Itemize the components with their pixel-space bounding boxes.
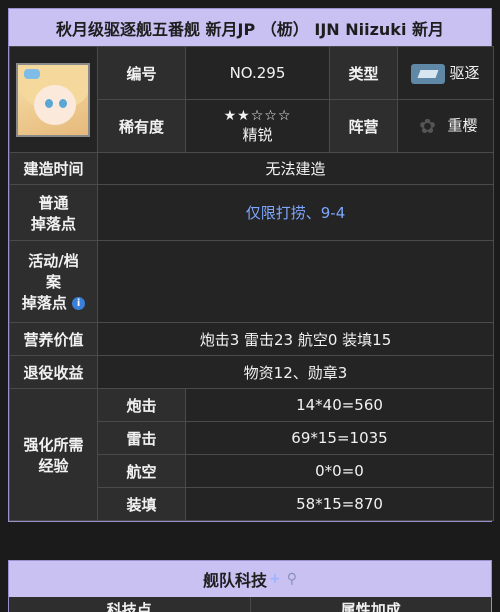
nutrition-label: 营养价值 — [9, 322, 98, 356]
fleet-tech-section: 舰队科技 + ⚲ 科技点 属性加成 — [8, 560, 492, 612]
event-drop-label: 活动/档 案 掉落点 i — [9, 240, 98, 323]
rarity-cell: ★★☆☆☆ 精锐 — [185, 99, 330, 153]
search-icon[interactable]: ⚲ — [287, 571, 297, 587]
build-label: 建造时间 — [9, 152, 98, 185]
event-label-line3: 掉落点 — [21, 294, 67, 312]
ship-info-card: 秋月级驱逐舰五番舰 新月JP （枥） IJN Niizuki 新月 编号 NO.… — [8, 8, 494, 522]
type-value: 驱逐 — [449, 64, 480, 83]
enhance-label: 强化所需 经验 — [9, 388, 98, 521]
rarity-label: 稀有度 — [97, 99, 186, 153]
enhance-stat: 航空 — [97, 454, 186, 488]
drop-label-line1: 普通 — [38, 193, 69, 212]
number-value: NO.295 — [185, 46, 330, 100]
enhance-label-line1: 强化所需 — [23, 435, 84, 454]
rarity-stars: ★★☆☆☆ — [223, 107, 292, 124]
event-drop-value — [97, 240, 494, 323]
destroyer-hull-icon — [411, 63, 446, 84]
camp-value: 重樱 — [447, 116, 478, 135]
retire-label: 退役收益 — [9, 355, 98, 389]
ship-info-table: 编号 NO.295 类型 驱逐 稀有度 ★★☆☆☆ 精锐 阵营 ✿ 重樱 建造时间… — [9, 46, 494, 521]
camp-cell: ✿ 重樱 — [397, 99, 494, 153]
enhance-value: 0*0=0 — [185, 454, 494, 488]
retire-value: 物资12、勋章3 — [97, 355, 494, 389]
avatar-cell — [9, 46, 98, 153]
fleet-tech-title-bar: 舰队科技 + ⚲ — [9, 561, 491, 597]
plus-icon[interactable]: + — [269, 571, 281, 587]
rarity-value: 精锐 — [242, 125, 273, 144]
attribute-bonus-header: 属性加成 — [250, 597, 491, 612]
enhance-label-line2: 经验 — [38, 456, 69, 475]
ship-title: 秋月级驱逐舰五番舰 新月JP （枥） IJN Niizuki 新月 — [9, 9, 491, 46]
info-icon[interactable]: i — [72, 297, 86, 310]
enhance-value: 14*40=560 — [185, 388, 494, 422]
drop-value-cell: 仅限打捞、9-4 — [97, 184, 494, 241]
drop-label: 普通 掉落点 — [9, 184, 98, 241]
sakura-emblem-icon: ✿ — [419, 114, 436, 138]
enhance-value: 69*15=1035 — [185, 421, 494, 455]
ship-avatar[interactable] — [16, 62, 90, 137]
camp-label: 阵营 — [329, 99, 398, 153]
fleet-tech-header: 科技点 属性加成 — [9, 597, 491, 612]
number-label: 编号 — [97, 46, 186, 100]
event-label-line1: 活动/档 — [28, 252, 79, 270]
type-cell: 驱逐 — [397, 46, 494, 100]
enhance-stat: 雷击 — [97, 421, 186, 455]
enhance-stat: 炮击 — [97, 388, 186, 422]
drop-label-line2: 掉落点 — [30, 214, 76, 233]
enhance-stat: 装填 — [97, 487, 186, 521]
nutrition-value: 炮击3 雷击23 航空0 装填15 — [97, 322, 494, 356]
fleet-tech-title: 舰队科技 — [202, 571, 267, 590]
type-label: 类型 — [329, 46, 398, 100]
build-value: 无法建造 — [97, 152, 494, 185]
event-label-line2: 案 — [45, 273, 61, 291]
tech-points-header: 科技点 — [9, 597, 251, 612]
drop-location-link[interactable]: 仅限打捞、9-4 — [246, 204, 346, 222]
enhance-value: 58*15=870 — [185, 487, 494, 521]
